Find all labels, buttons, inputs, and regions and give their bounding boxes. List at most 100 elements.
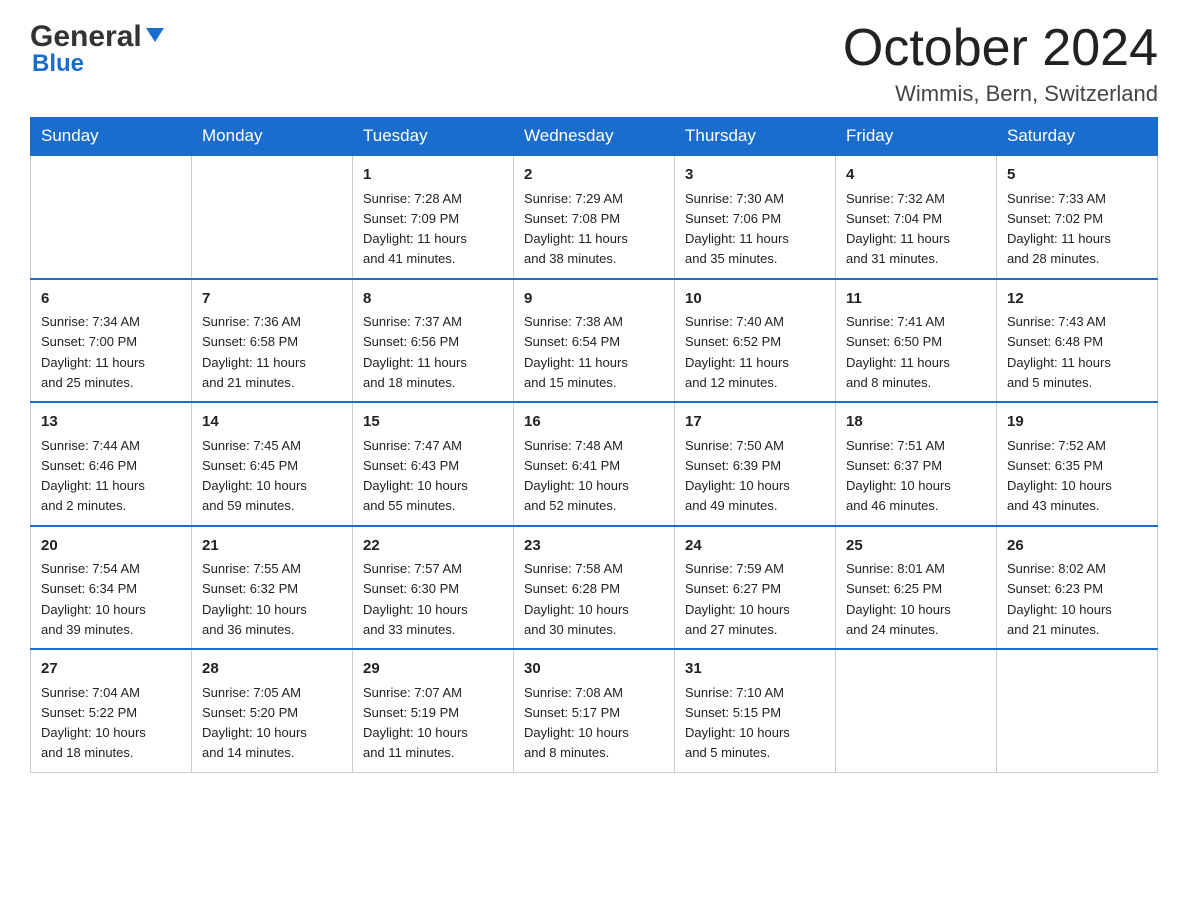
day-sun-info: Sunrise: 7:08 AMSunset: 5:17 PMDaylight:…: [524, 685, 629, 761]
day-number: 6: [41, 288, 181, 311]
calendar-cell: 3 Sunrise: 7:30 AMSunset: 7:06 PMDaylight…: [675, 155, 836, 279]
day-sun-info: Sunrise: 7:48 AMSunset: 6:41 PMDaylight:…: [524, 438, 629, 514]
day-sun-info: Sunrise: 7:57 AMSunset: 6:30 PMDaylight:…: [363, 561, 468, 637]
calendar-cell: 10 Sunrise: 7:40 AMSunset: 6:52 PMDayligh…: [675, 279, 836, 403]
day-sun-info: Sunrise: 7:50 AMSunset: 6:39 PMDaylight:…: [685, 438, 790, 514]
calendar-cell: 11 Sunrise: 7:41 AMSunset: 6:50 PMDayligh…: [836, 279, 997, 403]
day-sun-info: Sunrise: 7:45 AMSunset: 6:45 PMDaylight:…: [202, 438, 307, 514]
calendar-cell: 12Sunrise: 7:43 AMSunset: 6:48 PMDayligh…: [997, 279, 1158, 403]
logo-triangle-icon: [146, 20, 164, 54]
calendar-day-header-thursday: Thursday: [675, 118, 836, 156]
title-section: October 2024 Wimmis, Bern, Switzerland: [843, 20, 1158, 107]
calendar-cell: 30 Sunrise: 7:08 AMSunset: 5:17 PMDayligh…: [514, 649, 675, 772]
day-number: 15: [363, 411, 503, 434]
calendar-cell: 20 Sunrise: 7:54 AMSunset: 6:34 PMDayligh…: [31, 526, 192, 650]
day-number: 22: [363, 535, 503, 558]
calendar-cell: 16 Sunrise: 7:48 AMSunset: 6:41 PMDayligh…: [514, 402, 675, 526]
calendar-week-row: 1 Sunrise: 7:28 AMSunset: 7:09 PMDaylight…: [31, 155, 1158, 279]
day-number: 3: [685, 164, 825, 187]
day-sun-info: Sunrise: 7:52 AMSunset: 6:35 PMDaylight:…: [1007, 438, 1112, 514]
day-number: 26: [1007, 535, 1147, 558]
day-number: 11: [846, 288, 986, 311]
day-number: 31: [685, 658, 825, 681]
day-sun-info: Sunrise: 7:04 AMSunset: 5:22 PMDaylight:…: [41, 685, 146, 761]
day-sun-info: Sunrise: 7:34 AMSunset: 7:00 PMDaylight:…: [41, 314, 145, 390]
day-sun-info: Sunrise: 7:10 AMSunset: 5:15 PMDaylight:…: [685, 685, 790, 761]
calendar-day-header-tuesday: Tuesday: [353, 118, 514, 156]
calendar-cell: [997, 649, 1158, 772]
logo-general-text: General: [30, 20, 142, 54]
day-number: 1: [363, 164, 503, 187]
day-number: 13: [41, 411, 181, 434]
calendar-cell: 4Sunrise: 7:32 AMSunset: 7:04 PMDaylight…: [836, 155, 997, 279]
month-title: October 2024: [843, 20, 1158, 77]
calendar-cell: 27 Sunrise: 7:04 AMSunset: 5:22 PMDayligh…: [31, 649, 192, 772]
day-number: 8: [363, 288, 503, 311]
calendar-day-header-saturday: Saturday: [997, 118, 1158, 156]
day-sun-info: Sunrise: 7:05 AMSunset: 5:20 PMDaylight:…: [202, 685, 307, 761]
calendar-cell: 31 Sunrise: 7:10 AMSunset: 5:15 PMDayligh…: [675, 649, 836, 772]
calendar-cell: 1 Sunrise: 7:28 AMSunset: 7:09 PMDaylight…: [353, 155, 514, 279]
calendar-cell: 24Sunrise: 7:59 AMSunset: 6:27 PMDayligh…: [675, 526, 836, 650]
day-number: 30: [524, 658, 664, 681]
day-number: 10: [685, 288, 825, 311]
day-sun-info: Sunrise: 7:30 AMSunset: 7:06 PMDaylight:…: [685, 191, 789, 267]
day-number: 24: [685, 535, 825, 558]
page-header: General Blue October 2024 Wimmis, Bern, …: [30, 20, 1158, 107]
calendar-week-row: 13Sunrise: 7:44 AMSunset: 6:46 PMDayligh…: [31, 402, 1158, 526]
calendar-cell: 29Sunrise: 7:07 AMSunset: 5:19 PMDayligh…: [353, 649, 514, 772]
day-sun-info: Sunrise: 7:40 AMSunset: 6:52 PMDaylight:…: [685, 314, 789, 390]
day-number: 21: [202, 535, 342, 558]
calendar-day-header-monday: Monday: [192, 118, 353, 156]
calendar-cell: 13Sunrise: 7:44 AMSunset: 6:46 PMDayligh…: [31, 402, 192, 526]
calendar-table: SundayMondayTuesdayWednesdayThursdayFrid…: [30, 117, 1158, 773]
logo-blue-text: Blue: [32, 50, 164, 78]
day-sun-info: Sunrise: 7:54 AMSunset: 6:34 PMDaylight:…: [41, 561, 146, 637]
day-number: 12: [1007, 288, 1147, 311]
day-number: 4: [846, 164, 986, 187]
calendar-day-header-sunday: Sunday: [31, 118, 192, 156]
day-number: 14: [202, 411, 342, 434]
logo: General Blue: [30, 20, 164, 78]
day-number: 20: [41, 535, 181, 558]
day-number: 23: [524, 535, 664, 558]
day-number: 27: [41, 658, 181, 681]
calendar-day-header-wednesday: Wednesday: [514, 118, 675, 156]
day-sun-info: Sunrise: 7:41 AMSunset: 6:50 PMDaylight:…: [846, 314, 950, 390]
calendar-week-row: 27 Sunrise: 7:04 AMSunset: 5:22 PMDayligh…: [31, 649, 1158, 772]
calendar-cell: 18 Sunrise: 7:51 AMSunset: 6:37 PMDayligh…: [836, 402, 997, 526]
calendar-cell: 28 Sunrise: 7:05 AMSunset: 5:20 PMDayligh…: [192, 649, 353, 772]
calendar-cell: 22 Sunrise: 7:57 AMSunset: 6:30 PMDayligh…: [353, 526, 514, 650]
calendar-week-row: 20 Sunrise: 7:54 AMSunset: 6:34 PMDayligh…: [31, 526, 1158, 650]
calendar-cell: [836, 649, 997, 772]
day-sun-info: Sunrise: 7:51 AMSunset: 6:37 PMDaylight:…: [846, 438, 951, 514]
location-subtitle: Wimmis, Bern, Switzerland: [843, 81, 1158, 107]
day-sun-info: Sunrise: 8:02 AMSunset: 6:23 PMDaylight:…: [1007, 561, 1112, 637]
day-number: 18: [846, 411, 986, 434]
day-number: 9: [524, 288, 664, 311]
calendar-cell: 19 Sunrise: 7:52 AMSunset: 6:35 PMDayligh…: [997, 402, 1158, 526]
day-number: 16: [524, 411, 664, 434]
day-number: 19: [1007, 411, 1147, 434]
calendar-day-header-friday: Friday: [836, 118, 997, 156]
day-number: 25: [846, 535, 986, 558]
calendar-cell: 9Sunrise: 7:38 AMSunset: 6:54 PMDaylight…: [514, 279, 675, 403]
day-sun-info: Sunrise: 7:47 AMSunset: 6:43 PMDaylight:…: [363, 438, 468, 514]
calendar-cell: 26 Sunrise: 8:02 AMSunset: 6:23 PMDayligh…: [997, 526, 1158, 650]
day-sun-info: Sunrise: 7:55 AMSunset: 6:32 PMDaylight:…: [202, 561, 307, 637]
calendar-cell: 8 Sunrise: 7:37 AMSunset: 6:56 PMDaylight…: [353, 279, 514, 403]
calendar-week-row: 6 Sunrise: 7:34 AMSunset: 7:00 PMDaylight…: [31, 279, 1158, 403]
day-sun-info: Sunrise: 8:01 AMSunset: 6:25 PMDaylight:…: [846, 561, 951, 637]
day-sun-info: Sunrise: 7:36 AMSunset: 6:58 PMDaylight:…: [202, 314, 306, 390]
calendar-cell: 2 Sunrise: 7:29 AMSunset: 7:08 PMDaylight…: [514, 155, 675, 279]
day-number: 7: [202, 288, 342, 311]
day-sun-info: Sunrise: 7:37 AMSunset: 6:56 PMDaylight:…: [363, 314, 467, 390]
day-number: 2: [524, 164, 664, 187]
day-number: 17: [685, 411, 825, 434]
day-sun-info: Sunrise: 7:28 AMSunset: 7:09 PMDaylight:…: [363, 191, 467, 267]
day-sun-info: Sunrise: 7:58 AMSunset: 6:28 PMDaylight:…: [524, 561, 629, 637]
calendar-cell: 17 Sunrise: 7:50 AMSunset: 6:39 PMDayligh…: [675, 402, 836, 526]
calendar-cell: 6 Sunrise: 7:34 AMSunset: 7:00 PMDaylight…: [31, 279, 192, 403]
day-number: 28: [202, 658, 342, 681]
day-sun-info: Sunrise: 7:29 AMSunset: 7:08 PMDaylight:…: [524, 191, 628, 267]
